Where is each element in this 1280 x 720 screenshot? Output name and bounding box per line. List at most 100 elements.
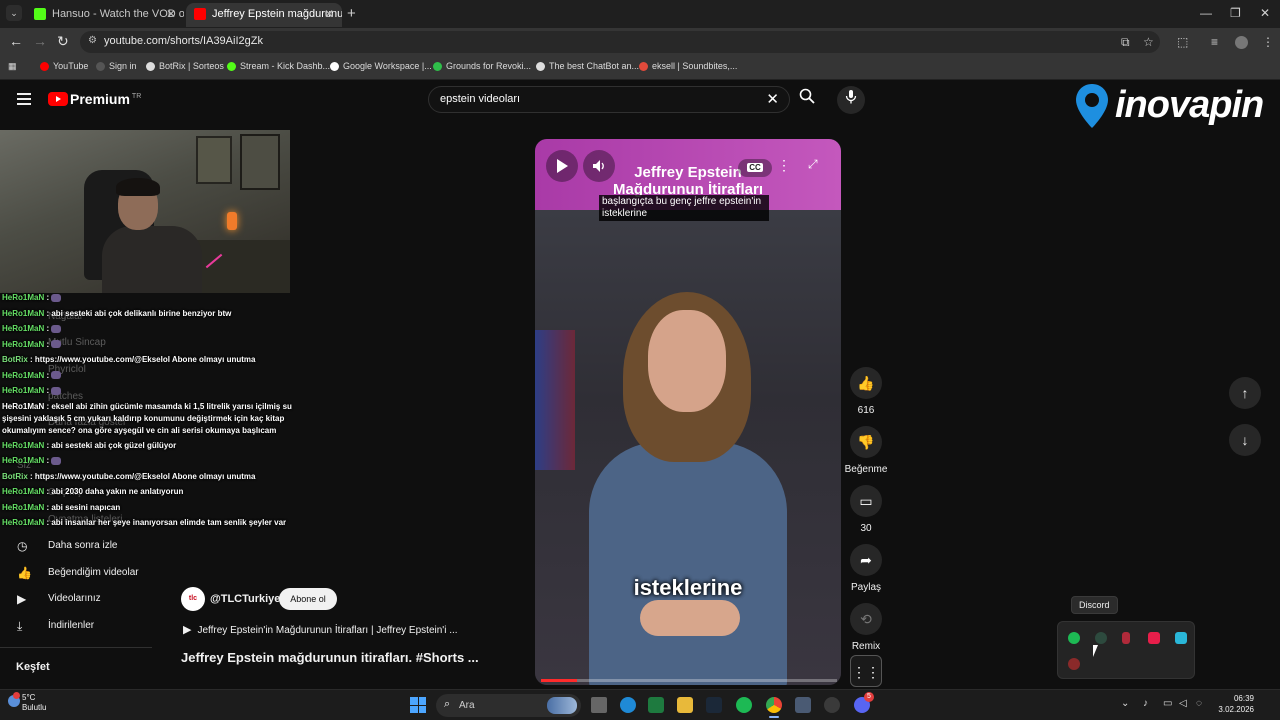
excel-icon[interactable] <box>648 697 664 713</box>
chat-username[interactable]: HeRo1MaN <box>2 324 44 333</box>
chat-username[interactable]: HeRo1MaN <box>2 456 44 465</box>
bookmark-chatbot[interactable]: The best ChatBot an... <box>536 61 639 71</box>
spotify-icon[interactable] <box>1068 632 1080 644</box>
bookmark-google-workspace[interactable]: Google Workspace |... <box>330 61 432 71</box>
bookmark-sign-in[interactable]: Sign in <box>96 61 137 71</box>
chat-username[interactable]: BotRix <box>2 355 28 364</box>
app-icon[interactable] <box>795 697 811 713</box>
linked-video-link[interactable]: ▶ Jeffrey Epstein'in Mağdurunun İtiraflar… <box>183 623 458 636</box>
site-info-icon[interactable]: ⚙ <box>88 35 97 46</box>
share-button[interactable]: ➦ Paylaş <box>848 544 884 593</box>
dislike-button[interactable]: 👎 Beğenme <box>845 426 887 475</box>
address-bar[interactable]: ⚙ youtube.com/shorts/IA39AiI2gZk <box>80 31 1160 53</box>
spotify-icon[interactable] <box>736 697 752 713</box>
sidebar-item-watch-later[interactable]: ◷ Daha sonra izle <box>17 539 117 553</box>
tab-youtube-short[interactable]: Jeffrey Epstein mağdurunun itir ✕ <box>186 3 342 27</box>
chat-username[interactable]: HeRo1MaN <box>2 386 44 395</box>
fullscreen-icon[interactable]: ⤢ <box>808 157 818 172</box>
back-button[interactable]: ← <box>9 33 23 49</box>
record-tray-icon[interactable] <box>1148 632 1160 644</box>
steam-icon[interactable] <box>706 697 722 713</box>
chat-username[interactable]: BotRix <box>2 472 28 481</box>
voice-search-button[interactable] <box>837 86 865 114</box>
comments-button[interactable]: ▭ 30 <box>848 485 884 534</box>
steelseries-tray-icon[interactable] <box>1068 658 1080 670</box>
shield-tray-icon[interactable] <box>1175 632 1187 644</box>
chevron-up-icon[interactable]: ⌄ <box>1121 698 1129 709</box>
subscribe-button[interactable]: Abone ol <box>279 588 337 610</box>
system-clock[interactable]: 06:39 3.02.2026 <box>1216 693 1254 715</box>
like-button[interactable]: 👍 616 <box>848 367 884 416</box>
chat-username[interactable]: HeRo1MaN <box>2 340 44 349</box>
bookmark-star-icon[interactable]: ☆ <box>1143 35 1154 49</box>
reload-button[interactable]: ↻ <box>57 33 69 50</box>
chat-username[interactable]: HeRo1MaN <box>2 518 44 527</box>
menu-kebab-icon[interactable]: ⋮ <box>1262 35 1274 49</box>
chat-username[interactable]: HeRo1MaN <box>2 293 44 302</box>
captions-button[interactable]: CC <box>738 159 772 177</box>
sound-button[interactable]: ⋮⋮ <box>848 655 884 687</box>
mic-icon[interactable]: ♪ <box>1143 698 1148 709</box>
next-short-button[interactable]: ↓ <box>1229 424 1261 456</box>
app-tray-icon[interactable] <box>1095 632 1107 644</box>
chat-username[interactable]: HeRo1MaN <box>2 503 44 512</box>
channel-avatar[interactable]: tlc <box>181 587 205 611</box>
hamburger-menu-icon[interactable] <box>17 93 31 108</box>
youtube-logo-icon[interactable] <box>48 92 68 106</box>
obs-icon[interactable] <box>824 697 840 713</box>
weather-widget[interactable]: 5°C Bulutlu <box>8 692 46 713</box>
clock-icon: ◷ <box>17 539 28 553</box>
play-button[interactable] <box>546 150 578 182</box>
chat-username[interactable]: HeRo1MaN <box>2 371 44 380</box>
bookmark-youtube[interactable]: YouTube <box>40 61 88 71</box>
bookmark-grounds[interactable]: Grounds for Revoki... <box>433 61 531 71</box>
close-icon[interactable]: ✕ <box>166 3 176 25</box>
close-icon[interactable]: ✕ <box>324 3 334 25</box>
chat-username[interactable]: HeRo1MaN <box>2 487 44 496</box>
window-close-icon[interactable]: ✕ <box>1260 6 1270 20</box>
minimize-icon[interactable]: — <box>1200 6 1212 20</box>
apps-grid-icon[interactable]: ▦ <box>8 61 17 72</box>
bookmark-botrix[interactable]: BotRix | Sorteos <box>146 61 224 71</box>
channel-name[interactable]: @TLCTurkiye <box>210 593 280 605</box>
sidebar-item-your-videos[interactable]: ▶ Videolarınız <box>17 592 101 606</box>
profile-avatar[interactable] <box>1235 36 1248 49</box>
reading-list-icon[interactable]: ≡ <box>1211 35 1218 49</box>
file-explorer-icon[interactable] <box>677 697 693 713</box>
volume-icon <box>593 160 604 172</box>
new-tab-button[interactable]: + <box>347 5 356 22</box>
sidebar-item-liked-videos[interactable]: 👍 Beğendiğim videolar <box>17 566 139 580</box>
forward-button[interactable]: → <box>33 33 47 49</box>
chat-username[interactable]: HeRo1MaN <box>2 309 44 318</box>
display-icon[interactable]: ▭ <box>1163 698 1172 709</box>
tab-search-button[interactable]: ⌄ <box>6 5 22 21</box>
taskbar-search[interactable]: ⌕ Ara <box>436 694 581 717</box>
windows-start-icon[interactable] <box>410 697 426 713</box>
tab-kick-vod[interactable]: Hansuo - Watch the VOD on Ki ✕ <box>26 3 184 27</box>
chat-username[interactable]: HeRo1MaN <box>2 441 44 450</box>
bookmark-eksell[interactable]: eksell | Soundbites,... <box>639 61 737 71</box>
chrome-icon[interactable] <box>766 697 782 718</box>
volume-button[interactable] <box>583 150 615 182</box>
network-icon[interactable]: ◌ <box>1196 698 1202 709</box>
extensions-icon[interactable]: ⬚ <box>1177 35 1188 49</box>
previous-short-button[interactable]: ↑ <box>1229 377 1261 409</box>
discord-icon[interactable]: 5 <box>854 692 874 713</box>
sidebar-item-downloads[interactable]: ⤓ İndirilenler <box>17 619 94 634</box>
youtube-premium-logo[interactable]: Premium TR <box>70 91 141 107</box>
restore-icon[interactable]: ❐ <box>1230 6 1241 20</box>
edge-icon[interactable] <box>620 697 636 713</box>
speaker-icon[interactable]: ◁ <box>1179 698 1187 709</box>
more-options-icon[interactable]: ⋮ <box>777 157 791 174</box>
microphone-tray-icon[interactable] <box>1122 632 1130 644</box>
remix-button[interactable]: ⟲ Remix <box>848 603 884 652</box>
chat-username[interactable]: HeRo1MaN <box>2 402 44 411</box>
bookmark-kick-dashboard[interactable]: Stream - Kick Dashb... <box>227 61 330 71</box>
task-view-icon[interactable] <box>591 697 607 713</box>
video-progress-bar[interactable] <box>541 679 837 682</box>
clear-search-icon[interactable]: ✕ <box>766 90 779 108</box>
search-button[interactable] <box>792 86 822 113</box>
cast-icon[interactable]: ⧉ <box>1121 35 1130 50</box>
shorts-video-player[interactable]: Jeffrey Epstein Mağdurunun İtirafları CC… <box>535 139 841 685</box>
search-input[interactable]: epstein videoları ✕ <box>428 86 790 113</box>
